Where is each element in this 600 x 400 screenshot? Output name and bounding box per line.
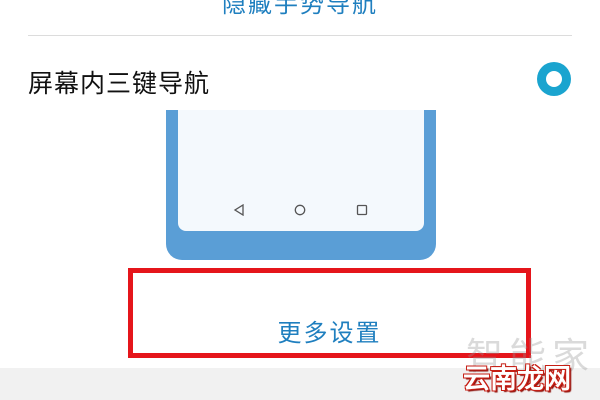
- three-key-navigation-radio[interactable]: [537, 62, 571, 96]
- three-key-navigation-label: 屏幕内三键导航: [28, 69, 211, 98]
- phone-preview-illustration: [166, 110, 436, 260]
- phone-preview-screen: [178, 110, 424, 231]
- gesture-navigation-option-label[interactable]: 隐藏手势导航: [0, 0, 600, 19]
- recent-square-icon: [356, 204, 368, 216]
- watermark-logo-text: 云南龙网: [463, 364, 571, 395]
- back-triangle-icon: [233, 204, 244, 216]
- home-circle-icon: [294, 204, 306, 216]
- radio-selected-dot: [546, 71, 562, 87]
